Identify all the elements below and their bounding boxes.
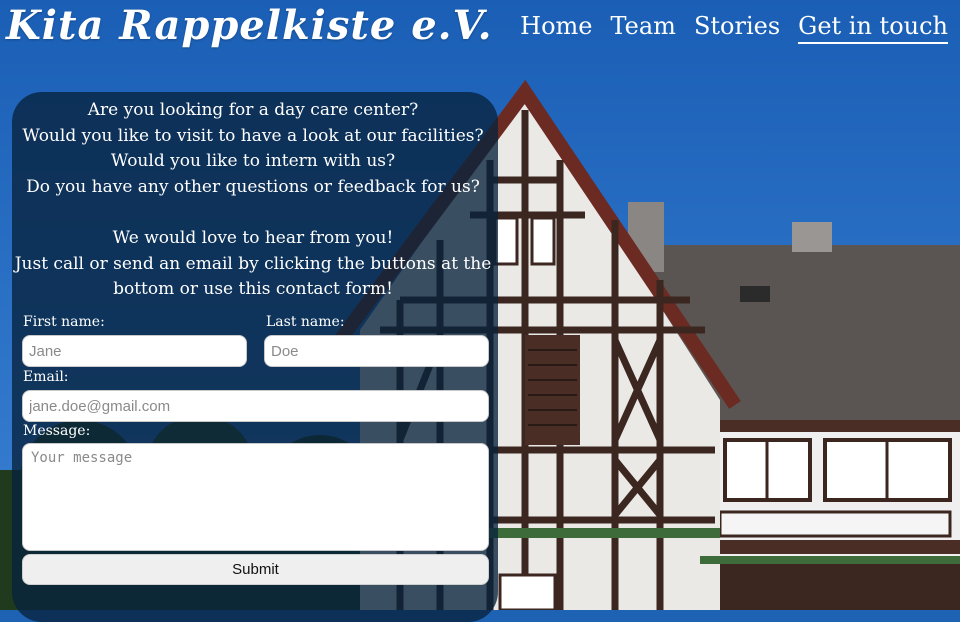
nav-stories[interactable]: Stories: [694, 12, 780, 44]
nav-get-in-touch[interactable]: Get in touch: [798, 12, 948, 44]
cta-line: We would love to hear from you!: [112, 227, 394, 248]
nav-home[interactable]: Home: [520, 12, 592, 44]
main-nav: Home Team Stories Get in touch: [520, 12, 948, 44]
email-input[interactable]: [22, 390, 489, 422]
last-name-label: Last name:: [266, 314, 345, 330]
first-name-label: First name:: [23, 314, 105, 330]
contact-intro: Are you looking for a day care center? W…: [14, 98, 492, 303]
intro-line: Would you like to visit to have a look a…: [22, 125, 484, 146]
last-name-input[interactable]: [264, 335, 489, 367]
cta-line: bottom or use this contact form!: [113, 279, 393, 300]
site-logo[interactable]: Kita Rappelkiste e.V.: [6, 2, 493, 49]
cta-line: Just call or send an email by clicking t…: [14, 253, 492, 274]
first-name-input[interactable]: [22, 335, 247, 367]
intro-line: Do you have any other questions or feedb…: [26, 176, 480, 197]
intro-line: Would you like to intern with us?: [110, 151, 396, 172]
email-label: Email:: [23, 369, 69, 385]
nav-team[interactable]: Team: [611, 12, 676, 44]
message-label: Message:: [23, 423, 91, 439]
submit-button[interactable]: Submit: [22, 554, 489, 585]
intro-line: Are you looking for a day care center?: [87, 100, 419, 120]
message-textarea[interactable]: [22, 443, 489, 551]
